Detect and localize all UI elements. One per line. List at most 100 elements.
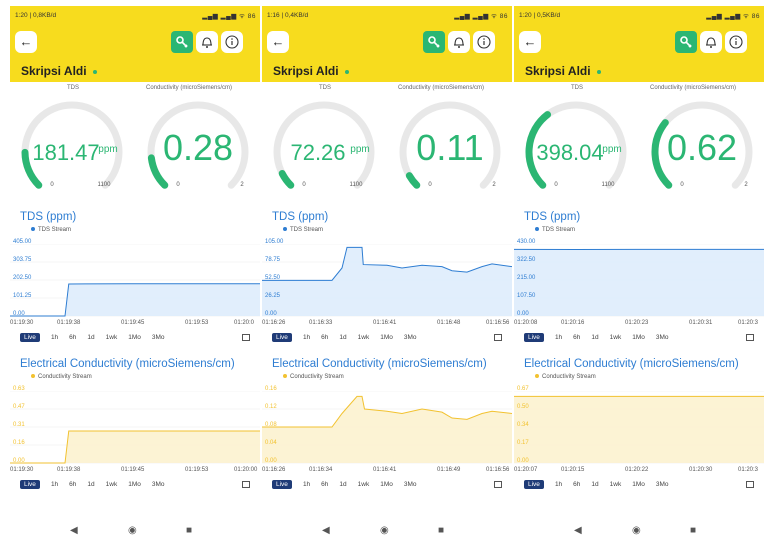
nav-home-icon[interactable]: ◉ (380, 525, 389, 536)
expand-icon[interactable] (746, 481, 754, 488)
info-icon[interactable] (725, 31, 747, 53)
nav-home-icon[interactable]: ◉ (632, 525, 641, 536)
bell-icon[interactable] (448, 31, 470, 53)
nav-recents-icon[interactable]: ■ (186, 525, 192, 536)
range-6h[interactable]: 6h (321, 334, 328, 341)
nav-recents-icon[interactable]: ■ (690, 525, 696, 536)
tds-chart-svg (262, 244, 512, 317)
expand-icon[interactable] (242, 334, 250, 341)
tds-gauge-min: 0 (554, 182, 558, 188)
info-icon[interactable] (221, 31, 243, 53)
range-live[interactable]: Live (20, 333, 40, 342)
range-1mo[interactable]: 1Mo (128, 481, 141, 488)
range-1mo[interactable]: 1Mo (128, 334, 141, 341)
range-1d[interactable]: 1d (87, 481, 94, 488)
key-icon[interactable] (423, 31, 445, 53)
range-3mo[interactable]: 3Mo (404, 481, 417, 488)
range-live[interactable]: Live (272, 333, 292, 342)
tds-x-tick-label: 01:20:16 (561, 320, 585, 326)
range-live[interactable]: Live (272, 480, 292, 489)
back-arrow-icon[interactable]: ← (519, 31, 541, 53)
range-1h[interactable]: 1h (303, 481, 310, 488)
nav-recents-icon[interactable]: ■ (438, 525, 444, 536)
ec-x-tick-label: 01:16:56 (486, 467, 510, 473)
key-icon[interactable] (171, 31, 193, 53)
range-3mo[interactable]: 3Mo (152, 481, 165, 488)
nav-back-icon[interactable]: ◀ (322, 525, 330, 536)
expand-icon[interactable] (494, 334, 502, 341)
tds-y-tick-label: 78.75 (265, 257, 281, 263)
range-live[interactable]: Live (524, 480, 544, 489)
tds-range-selector: Live 1h 6h 1d 1wk 1Mo 3Mo (272, 333, 428, 342)
range-1mo[interactable]: 1Mo (632, 334, 645, 341)
legend-label: Conductivity Stream (290, 374, 344, 380)
range-1wk[interactable]: 1wk (610, 481, 622, 488)
range-3mo[interactable]: 3Mo (656, 481, 669, 488)
range-6h[interactable]: 6h (573, 481, 580, 488)
ec-y-tick-label: 0.31 (13, 422, 25, 428)
ec-x-tick-label: 01:19:30 (10, 467, 34, 473)
tds-gauge-min: 0 (50, 182, 54, 188)
ec-legend: Conductivity Stream (535, 374, 596, 380)
gauges-svg: 181.47ppm 0 1100 0.28 0 2 (21, 101, 249, 189)
range-6h[interactable]: 6h (321, 481, 328, 488)
ec-x-tick-label: 01:19:53 (185, 467, 209, 473)
range-1wk[interactable]: 1wk (106, 481, 118, 488)
range-1h[interactable]: 1h (303, 334, 310, 341)
expand-icon[interactable] (746, 334, 754, 341)
range-6h[interactable]: 6h (69, 334, 76, 341)
tds-unit: ppm (350, 144, 369, 155)
nav-back-icon[interactable]: ◀ (574, 525, 582, 536)
bell-icon[interactable] (196, 31, 218, 53)
range-6h[interactable]: 6h (69, 481, 76, 488)
expand-icon[interactable] (242, 481, 250, 488)
range-1h[interactable]: 1h (51, 334, 58, 341)
range-3mo[interactable]: 3Mo (404, 334, 417, 341)
bell-icon[interactable] (700, 31, 722, 53)
range-live[interactable]: Live (524, 333, 544, 342)
range-1d[interactable]: 1d (339, 481, 346, 488)
range-1mo[interactable]: 1Mo (380, 334, 393, 341)
ec-y-tick-label: 0.00 (517, 458, 529, 464)
tds-y-tick-label: 303.75 (13, 257, 32, 263)
ec-y-tick-label: 0.12 (265, 404, 277, 410)
range-3mo[interactable]: 3Mo (152, 334, 165, 341)
range-1mo[interactable]: 1Mo (632, 481, 645, 488)
range-1wk[interactable]: 1wk (610, 334, 622, 341)
ec-chart-svg (514, 391, 764, 464)
cond-gauge-min: 0 (176, 182, 180, 188)
range-1d[interactable]: 1d (339, 334, 346, 341)
tds-area-fill (10, 283, 260, 316)
range-1h[interactable]: 1h (555, 481, 562, 488)
tds-y-tick-label: 101.25 (13, 293, 32, 299)
back-arrow-icon[interactable]: ← (267, 31, 289, 53)
legend-dot (535, 227, 539, 232)
range-1d[interactable]: 1d (591, 334, 598, 341)
info-icon[interactable] (473, 31, 495, 53)
ec-x-tick-label: 01:20:22 (625, 467, 649, 473)
range-6h[interactable]: 6h (573, 334, 580, 341)
ec-area-fill (262, 396, 512, 463)
range-1wk[interactable]: 1wk (106, 334, 118, 341)
tds-x-tick-label: 01:20:3 (738, 320, 759, 326)
range-1d[interactable]: 1d (591, 481, 598, 488)
range-1wk[interactable]: 1wk (358, 334, 370, 341)
app-bar: ← (262, 26, 512, 60)
range-1wk[interactable]: 1wk (358, 481, 370, 488)
ec-x-tick-label: 01:20:3 (738, 467, 759, 473)
range-live[interactable]: Live (20, 480, 40, 489)
range-1d[interactable]: 1d (87, 334, 94, 341)
nav-home-icon[interactable]: ◉ (128, 525, 137, 536)
range-1h[interactable]: 1h (555, 334, 562, 341)
legend-dot (283, 374, 287, 379)
range-3mo[interactable]: 3Mo (656, 334, 669, 341)
tds-y-tick-label: 0.00 (13, 311, 25, 317)
range-1mo[interactable]: 1Mo (380, 481, 393, 488)
range-1h[interactable]: 1h (51, 481, 58, 488)
ec-y-tick-label: 0.00 (265, 458, 277, 464)
back-arrow-icon[interactable]: ← (15, 31, 37, 53)
expand-icon[interactable] (494, 481, 502, 488)
nav-back-icon[interactable]: ◀ (70, 525, 78, 536)
key-icon[interactable] (675, 31, 697, 53)
cond-gauge-min: 0 (428, 182, 432, 188)
